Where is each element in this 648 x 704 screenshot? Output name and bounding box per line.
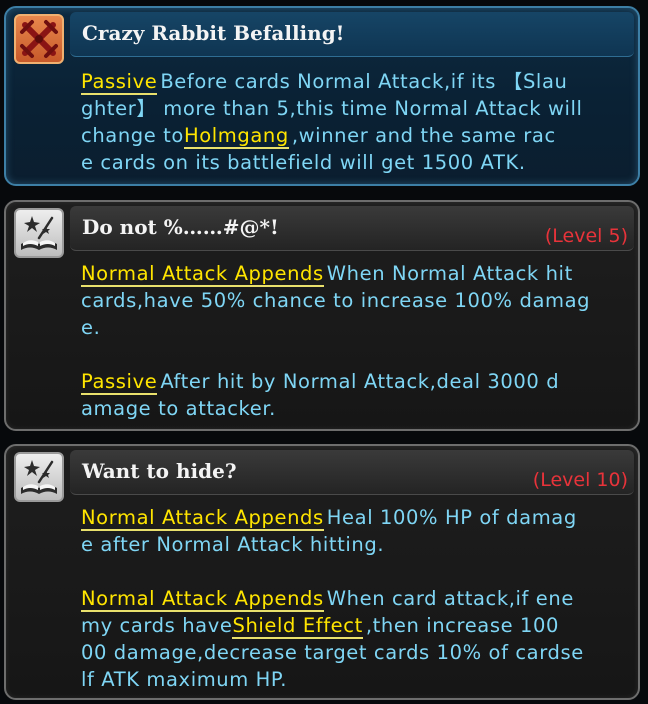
description-text: my cards have: [81, 614, 233, 637]
description-line: Normal Attack Appends Heal 100% HP of dam…: [81, 504, 632, 531]
description-text: When card attack,if ene: [326, 587, 574, 610]
description-line: my cards haveShield Effect ,then increase…: [81, 612, 632, 639]
description-line: e after Normal Attack hitting.: [81, 531, 632, 558]
keyword-holmgang: Holmgang: [183, 124, 289, 149]
description-text: change to: [81, 124, 184, 147]
skill-description: Passive Before cards Normal Attack,if its…: [81, 68, 632, 176]
skill-title: Want to hide?: [82, 459, 237, 483]
description-line: e cards on its battlefield will get 1500…: [81, 149, 632, 176]
skill-title-bar: Do not %……#@*! (Level 5): [70, 206, 634, 251]
skill-title: Do not %……#@*!: [82, 215, 279, 239]
keyword-normal-attack-appends: Normal Attack Appends: [81, 506, 324, 531]
description-text: lf ATK maximum HP.: [81, 668, 288, 691]
description-line: lf ATK maximum HP.: [81, 666, 632, 693]
skill-panel-want-to-hide: Want to hide? (Level 10) Normal Attack A…: [4, 444, 640, 700]
description-text: 00 damage,decrease target cards 10% of c…: [81, 641, 584, 664]
crossed-swords-icon: [14, 14, 64, 64]
keyword-shield-effect: Shield Effect: [232, 614, 363, 639]
skill-panel-crazy-rabbit: Crazy Rabbit Befalling! Passive Before ca…: [4, 6, 640, 186]
keyword-passive: Passive: [81, 70, 158, 95]
description-line: change toHolmgang ,winner and the same ra…: [81, 122, 632, 149]
description-line: Normal Attack Appends When Normal Attack …: [81, 260, 632, 287]
description-text: cards,have 50% chance to increase 100% d…: [81, 289, 591, 312]
skill-level-badge: (Level 10): [532, 469, 628, 491]
description-text: Before cards Normal Attack,if its 【Slau: [160, 70, 568, 93]
magic-book-icon: [14, 208, 64, 258]
magic-book-icon: [14, 452, 64, 502]
description-line: 00 damage,decrease target cards 10% of c…: [81, 639, 632, 666]
skill-title-bar: Crazy Rabbit Befalling!: [70, 12, 634, 57]
description-line: Passive Before cards Normal Attack,if its…: [81, 68, 632, 95]
keyword-passive: Passive: [81, 370, 158, 395]
description-text: amage to attacker.: [81, 397, 276, 420]
description-text: After hit by Normal Attack,deal 3000 d: [160, 370, 560, 393]
description-text: Heal 100% HP of damag: [326, 506, 577, 529]
skill-title-bar: Want to hide? (Level 10): [70, 450, 634, 495]
description-text: ,winner and the same rac: [291, 124, 556, 147]
description-line: ghter】 more than 5,this time Normal Atta…: [81, 95, 632, 122]
skill-description: Normal Attack Appends When Normal Attack …: [81, 260, 632, 422]
description-line: e.: [81, 314, 632, 341]
description-line: Normal Attack Appends When card attack,if…: [81, 585, 632, 612]
description-text: When Normal Attack hit: [326, 262, 573, 285]
skill-title: Crazy Rabbit Befalling!: [82, 21, 345, 45]
skill-description: Normal Attack Appends Heal 100% HP of dam…: [81, 504, 632, 693]
description-spacer: [81, 558, 632, 585]
description-line: amage to attacker.: [81, 395, 632, 422]
description-text: e cards on its battlefield will get 1500…: [81, 151, 526, 174]
description-text: ,then increase 100: [365, 614, 560, 637]
skill-level-badge: (Level 5): [544, 225, 628, 247]
description-text: ghter】 more than 5,this time Normal Atta…: [81, 97, 583, 120]
description-line: Passive After hit by Normal Attack,deal 3…: [81, 368, 632, 395]
description-text: e after Normal Attack hitting.: [81, 533, 385, 556]
description-text: e.: [81, 316, 101, 339]
skill-panel-do-not: Do not %……#@*! (Level 5) Normal Attack A…: [4, 200, 640, 431]
description-line: cards,have 50% chance to increase 100% d…: [81, 287, 632, 314]
keyword-normal-attack-appends: Normal Attack Appends: [81, 262, 324, 287]
description-spacer: [81, 341, 632, 368]
keyword-normal-attack-appends: Normal Attack Appends: [81, 587, 324, 612]
